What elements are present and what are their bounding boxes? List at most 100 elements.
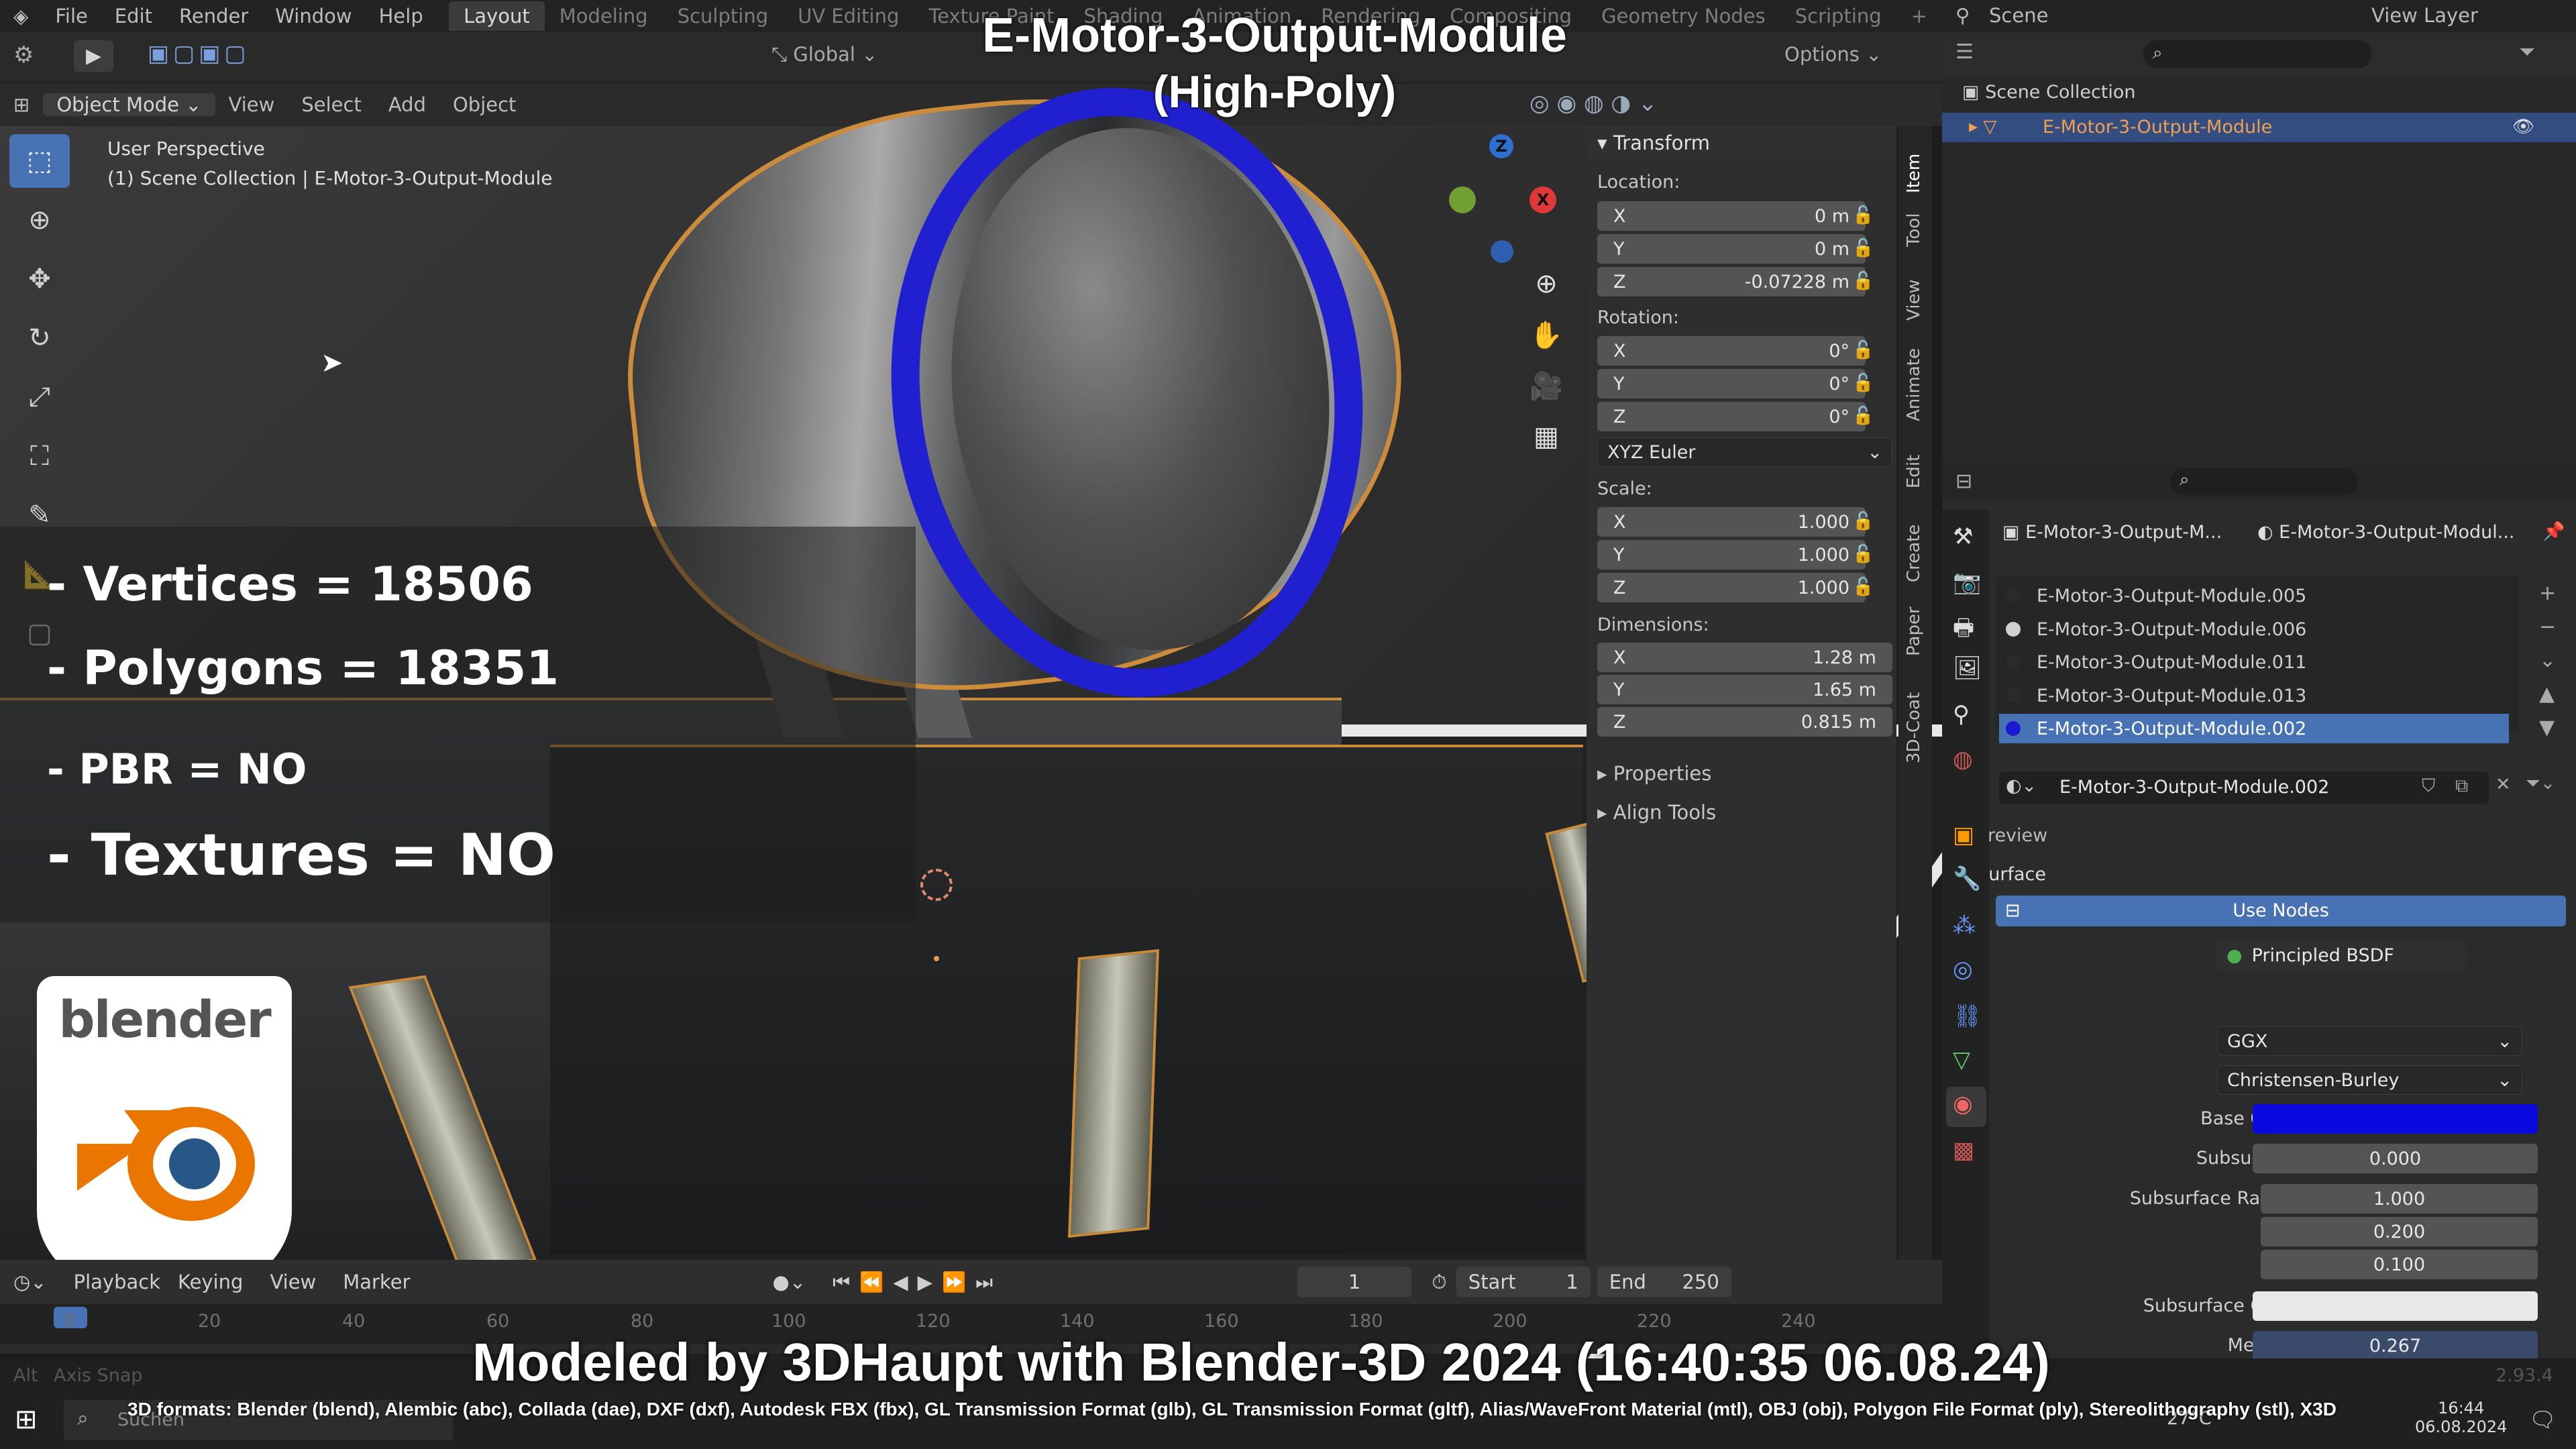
- particles-tab-icon[interactable]: ⁂: [1953, 912, 1976, 939]
- object-breadcrumb[interactable]: ▣ E-Motor-3-Output-M...: [2002, 522, 2222, 543]
- tab-edit[interactable]: Edit: [1904, 455, 1924, 488]
- scene-name[interactable]: Scene: [1989, 4, 2048, 27]
- viewport-menu-add[interactable]: Add: [375, 93, 439, 116]
- gizmo-x-axis[interactable]: X: [1529, 186, 1556, 213]
- outliner-search-input[interactable]: ⌕: [2143, 40, 2371, 68]
- lock-icon[interactable]: 🔓: [1852, 373, 1874, 393]
- selection-mode-icons[interactable]: ▣▢▣▢: [148, 40, 250, 67]
- outliner-row-selected[interactable]: ▸ ▽ E-Motor-3-Output-Module 👁: [1942, 113, 2576, 142]
- lock-icon[interactable]: 🔓: [1852, 271, 1874, 291]
- workspace-tab-sculpting[interactable]: Sculpting: [663, 5, 783, 28]
- pin-icon[interactable]: 📌: [2542, 521, 2565, 542]
- material-browse-icon[interactable]: ◐⌄: [2006, 775, 2037, 796]
- rotate-tool-icon[interactable]: ↻: [9, 311, 70, 365]
- lock-icon[interactable]: 🔓: [1852, 406, 1874, 426]
- select-box-tool-icon[interactable]: ⬚: [9, 134, 70, 188]
- record-icon[interactable]: ●⌄: [773, 1271, 806, 1293]
- dimensions-z-field[interactable]: Z 0.815 m: [1597, 707, 1892, 737]
- workspace-tab-uv-editing[interactable]: UV Editing: [783, 5, 914, 28]
- subsurface-method-dropdown[interactable]: Christensen-Burley ⌄: [2217, 1065, 2522, 1095]
- end-frame-field[interactable]: End 250: [1597, 1267, 1731, 1297]
- tab-item[interactable]: Item: [1904, 154, 1924, 193]
- view-layer-name[interactable]: View Layer: [2371, 4, 2478, 27]
- tab-paper[interactable]: Paper: [1904, 606, 1924, 656]
- blender-menu-icon[interactable]: ◈: [0, 5, 42, 28]
- timeline-view-menu[interactable]: View: [270, 1271, 316, 1293]
- outliner-editor-icon[interactable]: ☰: [1955, 40, 1974, 64]
- material-slot[interactable]: E-Motor-3-Output-Module.005: [2006, 581, 2306, 610]
- render-tab-icon[interactable]: 📷: [1953, 569, 1981, 596]
- lock-icon[interactable]: 🔓: [1852, 205, 1874, 225]
- menu-help[interactable]: Help: [366, 5, 437, 28]
- current-frame-field[interactable]: 1: [1297, 1267, 1412, 1297]
- properties-search-input[interactable]: ⌕: [2170, 468, 2358, 495]
- constraints-tab-icon[interactable]: ⛓: [1953, 1003, 1982, 1030]
- menu-render[interactable]: Render: [166, 5, 262, 28]
- world-tab-icon[interactable]: ◍: [1953, 746, 1973, 773]
- timeline-editor-icon[interactable]: ◷⌄: [13, 1271, 47, 1293]
- rotation-mode-dropdown[interactable]: XYZ Euler ⌄: [1597, 437, 1892, 467]
- scale-tool-icon[interactable]: ⤢: [9, 370, 70, 424]
- modifier-tab-icon[interactable]: 🔧: [1953, 865, 1981, 892]
- duplicate-icon[interactable]: ⧉: [2455, 775, 2468, 797]
- slot-buttons[interactable]: + − ⌄ ▲ ▼: [2539, 577, 2556, 745]
- workspace-tab-layout[interactable]: Layout: [449, 1, 545, 31]
- tool-settings-icon[interactable]: ⚙: [13, 42, 34, 68]
- node-filter-icon[interactable]: ⏷⌄: [2526, 773, 2555, 794]
- gizmo-y-axis[interactable]: [1449, 186, 1476, 213]
- lock-icon[interactable]: 🔓: [1852, 544, 1874, 564]
- menu-window[interactable]: Window: [262, 5, 365, 28]
- tool-tab-icon[interactable]: ⚒: [1953, 523, 1973, 550]
- output-tab-icon[interactable]: 🖶: [1953, 612, 1974, 650]
- properties-editor-icon[interactable]: ⊟: [1955, 470, 1972, 493]
- properties-section-header[interactable]: ▸ Properties: [1587, 757, 1896, 789]
- dimensions-y-field[interactable]: Y 1.65 m: [1597, 675, 1892, 704]
- unlink-close-icon[interactable]: ✕: [2496, 774, 2511, 795]
- data-tab-icon[interactable]: ▽: [1953, 1046, 1970, 1073]
- material-slot-active[interactable]: E-Motor-3-Output-Module.002: [1999, 714, 2509, 743]
- rotation-x-field[interactable]: X 0°: [1597, 336, 1866, 366]
- navigation-gizmo[interactable]: Z X: [1436, 134, 1570, 282]
- transform-section-header[interactable]: ▾ Transform: [1587, 126, 1896, 160]
- tab-view[interactable]: View: [1904, 279, 1924, 321]
- gizmo-z-axis[interactable]: Z: [1489, 134, 1513, 158]
- object-tab-icon[interactable]: ▣: [1953, 822, 1974, 849]
- scale-z-field[interactable]: Z 1.000: [1597, 573, 1866, 602]
- use-nodes-button[interactable]: ⊟ Use Nodes: [1996, 896, 2566, 926]
- add-workspace-icon[interactable]: +: [1896, 5, 1942, 28]
- tab-create[interactable]: Create: [1904, 525, 1924, 582]
- select-tool-icon[interactable]: ▶: [74, 40, 114, 72]
- surface-shader-field[interactable]: ● Principled BSDF: [2217, 941, 2465, 970]
- workspace-tab-scripting[interactable]: Scripting: [1780, 5, 1896, 28]
- subsurface-radius-z-field[interactable]: 0.100: [2261, 1250, 2538, 1279]
- 3d-cursor[interactable]: [920, 869, 953, 901]
- pan-hand-icon[interactable]: ✋: [1526, 319, 1566, 370]
- tab-tool[interactable]: Tool: [1904, 213, 1924, 247]
- material-slot[interactable]: E-Motor-3-Output-Module.013: [2006, 681, 2306, 710]
- outliner-scene-collection[interactable]: ▣ Scene Collection: [1962, 82, 2136, 103]
- dimensions-x-field[interactable]: X 1.28 m: [1597, 643, 1892, 672]
- subsurface-radius-x-field[interactable]: 1.000: [2261, 1184, 2538, 1214]
- viewport-shading-icons[interactable]: ◎ ◉ ◍ ◑ ⌄: [1529, 90, 1657, 117]
- grid-ortho-icon[interactable]: ▦: [1526, 421, 1566, 472]
- fake-user-shield-icon[interactable]: ⛉: [2422, 775, 2435, 797]
- lock-icon[interactable]: 🔓: [1852, 511, 1874, 531]
- distribution-dropdown[interactable]: GGX ⌄: [2217, 1026, 2522, 1056]
- rotation-y-field[interactable]: Y 0°: [1597, 369, 1866, 398]
- orientation-dropdown[interactable]: ⤡ Global ⌄: [771, 43, 877, 66]
- scale-y-field[interactable]: Y 1.000: [1597, 540, 1866, 570]
- material-tab-active[interactable]: ◉: [1946, 1087, 1986, 1127]
- location-y-field[interactable]: Y 0 m: [1597, 234, 1866, 264]
- material-slot[interactable]: E-Motor-3-Output-Module.011: [2006, 647, 2306, 677]
- editor-type-icon[interactable]: ⊞: [0, 93, 43, 116]
- tab-3d-coat[interactable]: 3D-Coat: [1904, 692, 1924, 763]
- texture-tab-icon[interactable]: ▩: [1953, 1137, 1974, 1164]
- options-dropdown[interactable]: Options ⌄: [1784, 43, 1882, 66]
- physics-tab-icon[interactable]: ◎: [1953, 956, 1973, 983]
- zoom-icon[interactable]: ⊕: [1526, 268, 1566, 319]
- material-breadcrumb[interactable]: ◐ E-Motor-3-Output-Modul...: [2257, 522, 2515, 543]
- gizmo-neg-z-axis[interactable]: [1491, 240, 1513, 263]
- subsurface-radius-y-field[interactable]: 0.200: [2261, 1217, 2538, 1246]
- material-slot[interactable]: E-Motor-3-Output-Module.006: [2006, 614, 2306, 644]
- view-layer-tab-icon[interactable]: 🖼: [1953, 655, 1982, 682]
